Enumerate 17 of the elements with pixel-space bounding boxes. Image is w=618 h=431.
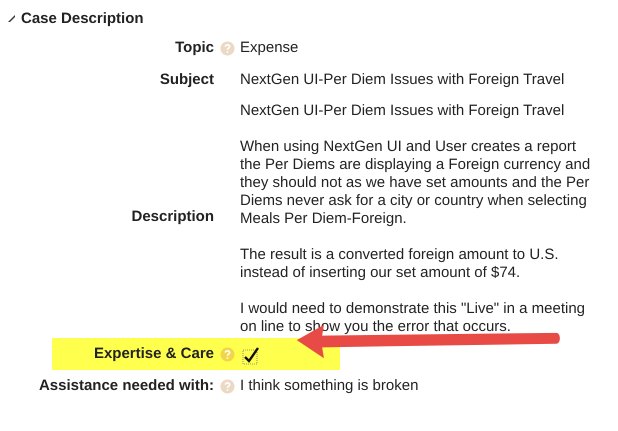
field-label: Expertise & Care [92,344,214,364]
description-paragraph: The result is a converted foreign amount to U.S. instead of inserting our set amount of $74. [240,246,560,282]
field-value: Expense [240,38,300,58]
field-label: Topic [174,38,214,58]
field-label: Assistance needed with: [38,376,214,396]
section-title: Case Description [21,10,144,26]
field-value: NextGen UI-Per Diem Issues with Foreign Travel [240,70,566,90]
help-icon[interactable] [220,346,234,362]
collapse-icon[interactable] [8,14,15,22]
description-paragraph: When using NextGen UI and User creates a report the Per Diems are displaying a Foreign currency and they should not as we have set amounts and the Per Diems never ask for a city or country when selecting Meals Per Diem-Foreign. [240,138,592,228]
checkbox[interactable] [242,346,262,366]
description-paragraph: NextGen UI-Per Diem Issues with Foreign Travel [240,102,566,120]
field-label: Description [130,207,214,227]
help-icon[interactable] [220,40,234,56]
help-icon[interactable] [220,378,234,394]
field-label: Subject [158,70,214,90]
field-value: I think something is broken [240,376,420,396]
